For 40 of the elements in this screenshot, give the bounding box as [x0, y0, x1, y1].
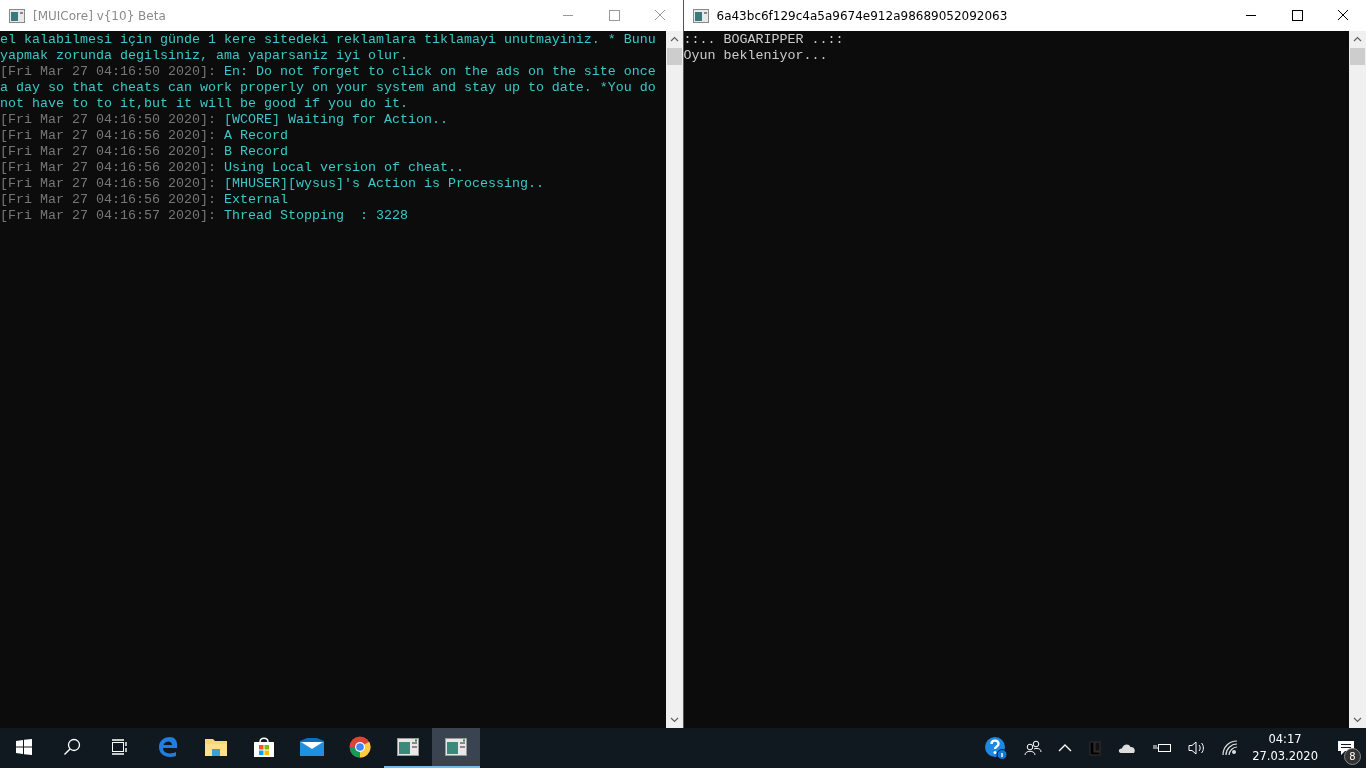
console-line: [Fri Mar 27 04:16:50 2020]: [WCORE] Waiting for Action.. [0, 112, 449, 128]
task-view-icon [111, 739, 129, 755]
shopping-bag-icon [253, 736, 275, 758]
scrollbar[interactable] [665, 31, 683, 728]
clock[interactable]: 04:17 27.03.2020 [1252, 731, 1318, 765]
browser-e-icon [157, 736, 179, 758]
window-title: [MUICore] v{10} Beta [33, 8, 166, 23]
folder-icon [204, 737, 228, 757]
console-line: ::.. BOGARIPPER ..:: [683, 32, 845, 48]
help-icon[interactable] [984, 736, 1009, 760]
console-line: Oyun bekleniyor... [683, 48, 829, 64]
search-icon [63, 738, 81, 756]
console-line: [Fri Mar 27 04:16:56 2020]: Using Local version of cheat.. [0, 160, 465, 176]
cloud-icon[interactable] [1118, 742, 1137, 754]
windows-logo-icon [16, 739, 32, 755]
notification-count: 8 [1344, 748, 1361, 765]
notifications-button[interactable]: 8 [1326, 728, 1366, 768]
console-line: [Fri Mar 27 04:16:56 2020]: External [0, 192, 289, 208]
scrollbar-thumb[interactable] [1350, 48, 1365, 65]
console-line: [Fri Mar 27 04:16:56 2020]: [MHUSER][wysus]'s Action is Processing.. [0, 176, 545, 192]
scrollbar[interactable] [1349, 31, 1366, 728]
console-app-icon [9, 7, 25, 24]
chevron-up-icon[interactable] [1058, 744, 1073, 752]
taskbar-app-button[interactable] [432, 728, 480, 768]
window-title: 6a43bc6f129c4a5a9674e912a98689052092063 [716, 8, 1008, 23]
scrollbar-thumb[interactable] [666, 48, 682, 65]
wifi-icon[interactable] [1222, 740, 1239, 756]
console-app-icon [397, 738, 419, 756]
console-app-icon [692, 7, 709, 24]
console-app-icon [445, 738, 467, 756]
console-line: [Fri Mar 27 04:16:56 2020]: A Record [0, 128, 289, 144]
console-line: [Fri Mar 27 04:16:50 2020]: En: Do not forget to click on the ads on the site once a day so that cheats can work properly on your system and stay up to date. *You do not have to to it,but it will be good if you do it. [0, 64, 656, 112]
mail-icon [300, 738, 324, 756]
battery-icon[interactable] [1152, 741, 1173, 755]
volume-icon[interactable] [1188, 740, 1207, 756]
people-icon[interactable] [1024, 740, 1043, 756]
console-line: el kalabilmesi için günde 1 kere sitedeki reklamlara tiklamayi unutmayiniz. * Bunu yapmak zorunda degilsiniz, ama yaparsaniz iyi olur. [0, 32, 656, 64]
console-line: [Fri Mar 27 04:16:57 2020]: Thread Stopping : 3228 [0, 208, 409, 224]
browser-circle-icon [349, 736, 371, 758]
console-line: [Fri Mar 27 04:16:56 2020]: B Record [0, 144, 289, 160]
